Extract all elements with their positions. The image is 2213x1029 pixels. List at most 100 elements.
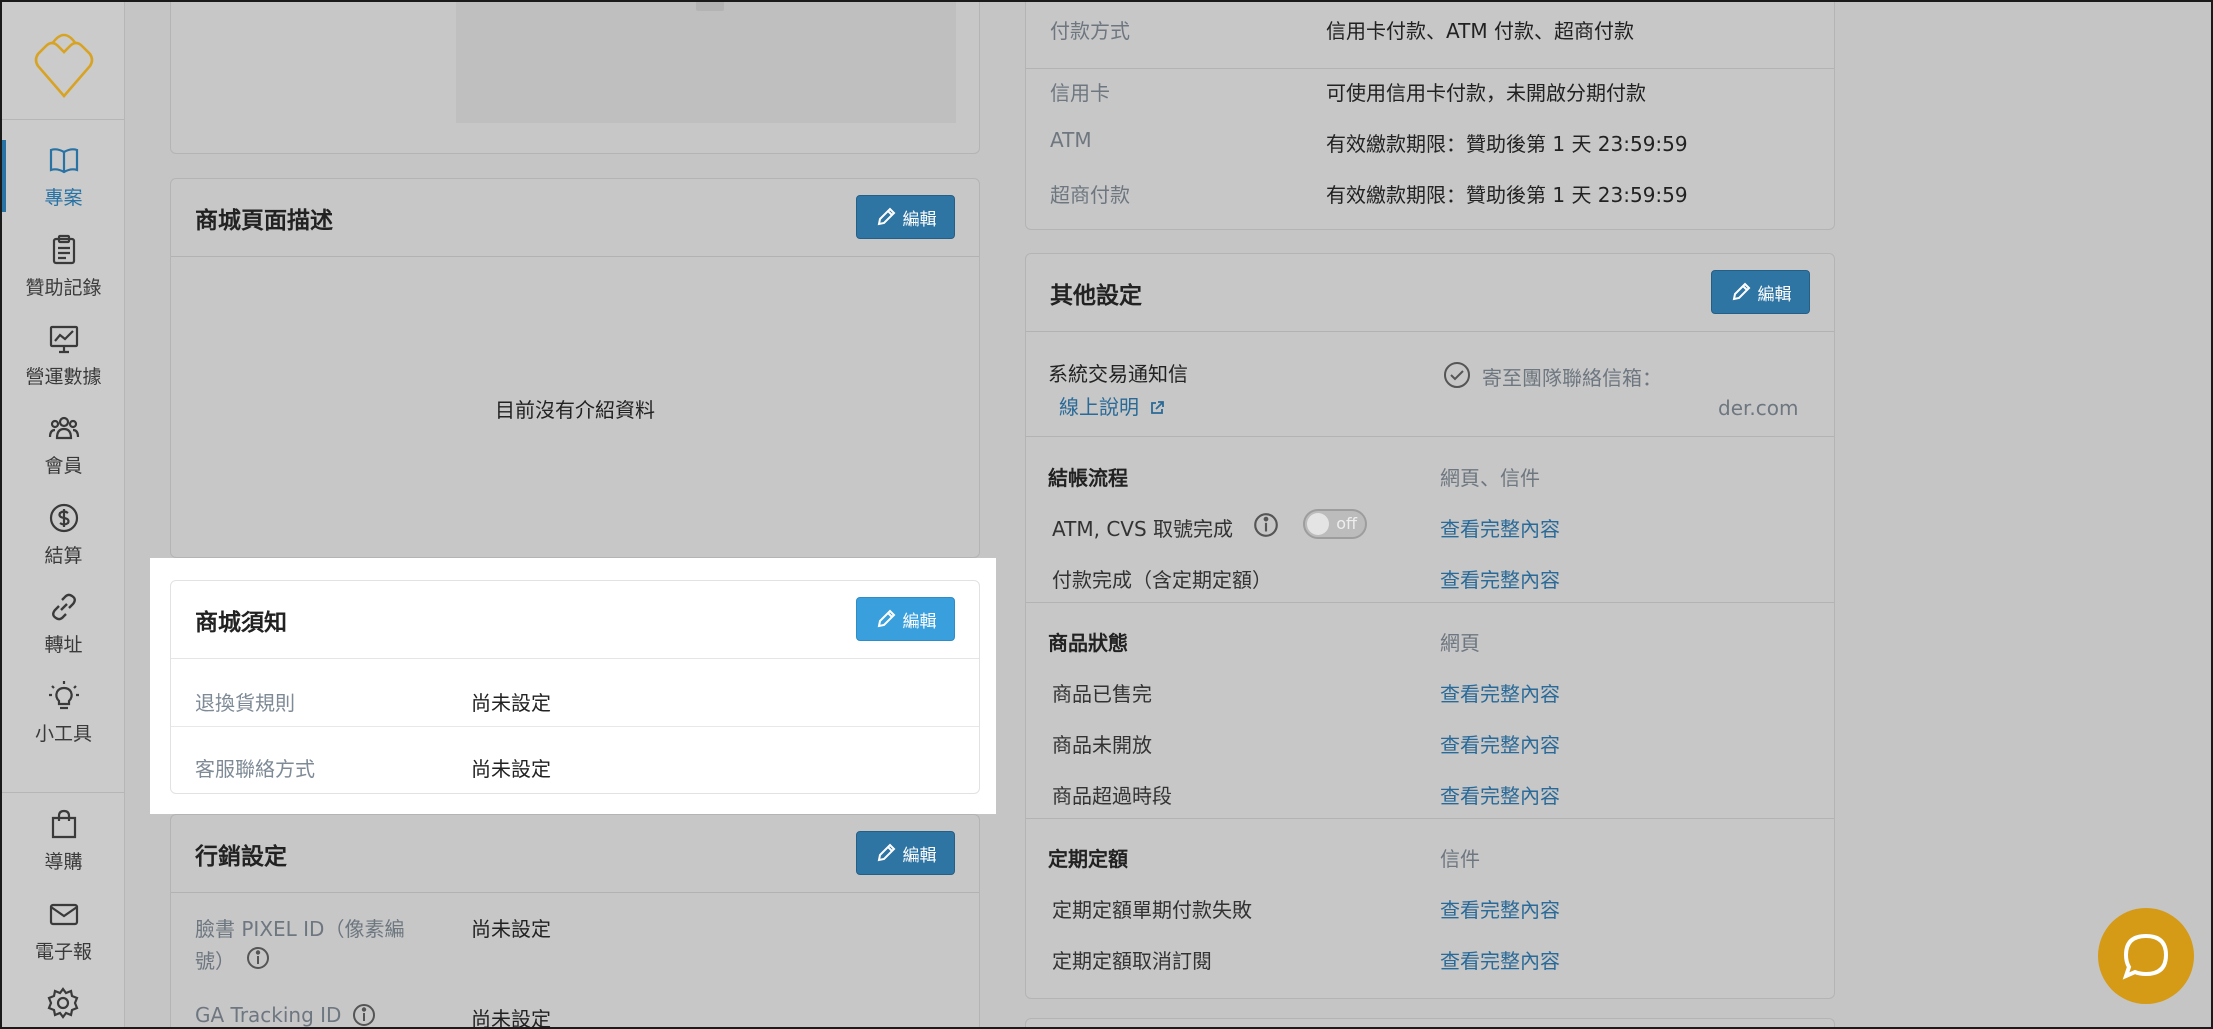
send-to-text: 寄至團隊聯絡信箱： <box>1482 366 1662 390</box>
sidebar-item-label: 小工具 <box>34 722 92 745</box>
info-icon[interactable] <box>1252 511 1280 539</box>
view-full-content-link[interactable]: 查看完整內容 <box>1440 780 1560 809</box>
help-link[interactable]: 線上說明 <box>1059 391 1165 420</box>
shopping-bag-icon <box>51 809 76 838</box>
lightbulb-icon <box>48 680 79 709</box>
link-icon <box>51 593 76 620</box>
notify-label: 系統交易通知信 <box>1048 362 1188 386</box>
cvs-label: 超商付款 <box>1050 183 1130 207</box>
cvs-value: 有效繳款期限：贊助後第 1 天 23:59:59 <box>1326 183 1688 207</box>
sidebar: 專案 贊助記錄 營運數據 會員 結算 轉址 小工具 導購 電子報 <box>2 2 125 1027</box>
users-icon <box>48 416 79 439</box>
view-full-content-link[interactable]: 查看完整內容 <box>1440 894 1560 923</box>
row-divider <box>1026 68 1834 69</box>
card-header: 商城頁面描述 編輯 <box>171 179 979 257</box>
view-full-content-link[interactable]: 查看完整內容 <box>1440 513 1560 542</box>
card-title: 商城須知 <box>195 609 287 636</box>
payment-card: 付款方式 信用卡付款、ATM 付款、超商付款 信用卡 可使用信用卡付款，未開啟分… <box>1025 2 1835 230</box>
chat-bubble-icon <box>2122 933 2169 980</box>
view-full-content-link[interactable]: 查看完整內容 <box>1440 945 1560 974</box>
brand-logo[interactable] <box>2 2 125 120</box>
next-card <box>1025 1018 1835 1027</box>
sidebar-item-label: 轉址 <box>44 633 83 656</box>
book-icon <box>49 147 78 173</box>
sidebar-item-label: 專案 <box>44 186 83 209</box>
edit-button[interactable]: 編輯 <box>856 597 955 641</box>
sidebar-item-analytics[interactable]: 營運數據 <box>2 313 125 397</box>
fb-pixel-label-line2: 號） <box>195 949 235 973</box>
view-full-content-link[interactable]: 查看完整內容 <box>1440 678 1560 707</box>
pencil-icon <box>877 207 895 226</box>
sidebar-item-settings[interactable] <box>46 986 80 1020</box>
app-window: 專案 贊助記錄 營運數據 會員 結算 轉址 小工具 導購 電子報 商城頁面描述 … <box>0 0 2213 1029</box>
customer-service-label: 客服聯絡方式 <box>195 757 315 781</box>
checkout-title: 結帳流程 <box>1048 466 1128 490</box>
edit-button[interactable]: 編輯 <box>856 195 955 239</box>
credit-card-value: 可使用信用卡付款，未開啟分期付款 <box>1326 81 1646 105</box>
customer-service-value: 尚未設定 <box>471 757 551 781</box>
sidebar-item-projects[interactable]: 專案 <box>2 134 125 218</box>
fb-pixel-label: 臉書 PIXEL ID（像素編 <box>195 917 405 941</box>
card-header: 行銷設定 編輯 <box>171 815 979 893</box>
sidebar-item-label: 導購 <box>44 850 83 873</box>
email-address: der.com <box>1718 396 1799 420</box>
return-policy-label: 退換貨規則 <box>195 691 295 715</box>
sidebar-item-label: 結算 <box>44 544 83 567</box>
return-policy-value: 尚未設定 <box>471 691 551 715</box>
sidebar-item-label: 電子報 <box>34 940 92 963</box>
subscription-title: 定期定額 <box>1048 847 1128 871</box>
sidebar-item-newsletter[interactable]: 電子報 <box>2 888 125 972</box>
sidebar-item-label: 會員 <box>44 454 83 477</box>
row-divider <box>171 726 979 727</box>
sidebar-item-members[interactable]: 會員 <box>2 402 125 486</box>
checkout-channel: 網頁、信件 <box>1440 466 1540 490</box>
payment-complete-label: 付款完成（含定期定額） <box>1052 568 1272 592</box>
section-divider <box>1026 436 1834 437</box>
sidebar-item-tools[interactable]: 小工具 <box>2 670 125 754</box>
sidebar-item-sponsor-records[interactable]: 贊助記錄 <box>2 224 125 308</box>
payment-failed-label: 定期定額單期付款失敗 <box>1052 898 1252 922</box>
section-divider <box>1026 818 1834 819</box>
card-title: 行銷設定 <box>195 843 287 870</box>
external-link-icon <box>1151 401 1165 414</box>
gear-icon <box>47 987 79 1019</box>
cover-image-card <box>170 2 980 154</box>
card-header: 其他設定 編輯 <box>1026 254 1834 332</box>
image-placeholder <box>456 2 956 123</box>
edit-button[interactable]: 編輯 <box>856 831 955 875</box>
other-settings-card: 其他設定 編輯 系統交易通知信 線上說明 寄至團隊聯絡信箱： der.com 結… <box>1025 253 1835 999</box>
view-full-content-link[interactable]: 查看完整內容 <box>1440 729 1560 758</box>
empty-state-text: 目前沒有介紹資料 <box>495 398 655 422</box>
chart-board-icon <box>49 325 78 353</box>
pencil-icon <box>877 843 895 862</box>
time-exceeded-label: 商品超過時段 <box>1052 784 1172 808</box>
pencil-icon <box>1732 282 1750 301</box>
card-title: 商城頁面描述 <box>195 207 333 234</box>
info-icon[interactable] <box>351 1002 377 1028</box>
edit-button[interactable]: 編輯 <box>1711 270 1810 314</box>
sidebar-item-label: 贊助記錄 <box>25 276 102 299</box>
sidebar-item-redirect[interactable]: 轉址 <box>2 581 125 665</box>
card-header: 商城須知 編輯 <box>171 581 979 659</box>
chat-button[interactable] <box>2098 908 2194 1004</box>
shop-description-card: 商城頁面描述 編輯 目前沒有介紹資料 <box>170 178 980 558</box>
atm-cvs-toggle[interactable]: off <box>1303 509 1367 539</box>
view-full-content-link[interactable]: 查看完整內容 <box>1440 564 1560 593</box>
ga-tracking-value: 尚未設定 <box>471 1007 551 1029</box>
sidebar-item-settlement[interactable]: 結算 <box>2 492 125 576</box>
sidebar-divider <box>2 792 125 793</box>
atm-label: ATM <box>1050 128 1092 152</box>
info-icon[interactable] <box>245 945 271 971</box>
card-title: 其他設定 <box>1050 282 1142 309</box>
clipboard-icon <box>52 234 75 264</box>
check-circle-icon <box>1444 362 1470 388</box>
cancel-subscription-label: 定期定額取消訂閱 <box>1052 949 1212 973</box>
shop-notice-card: 商城須知 編輯 退換貨規則 尚未設定 客服聯絡方式 尚未設定 <box>170 580 980 794</box>
sidebar-item-shop[interactable]: 導購 <box>2 798 125 882</box>
image-icon <box>696 2 724 11</box>
subscription-channel: 信件 <box>1440 847 1480 871</box>
marketing-card: 行銷設定 編輯 臉書 PIXEL ID（像素編 號） 尚未設定 GA Track… <box>170 814 980 1029</box>
product-status-title: 商品狀態 <box>1048 631 1128 655</box>
atm-value: 有效繳款期限：贊助後第 1 天 23:59:59 <box>1326 132 1688 156</box>
section-divider <box>1026 602 1834 603</box>
